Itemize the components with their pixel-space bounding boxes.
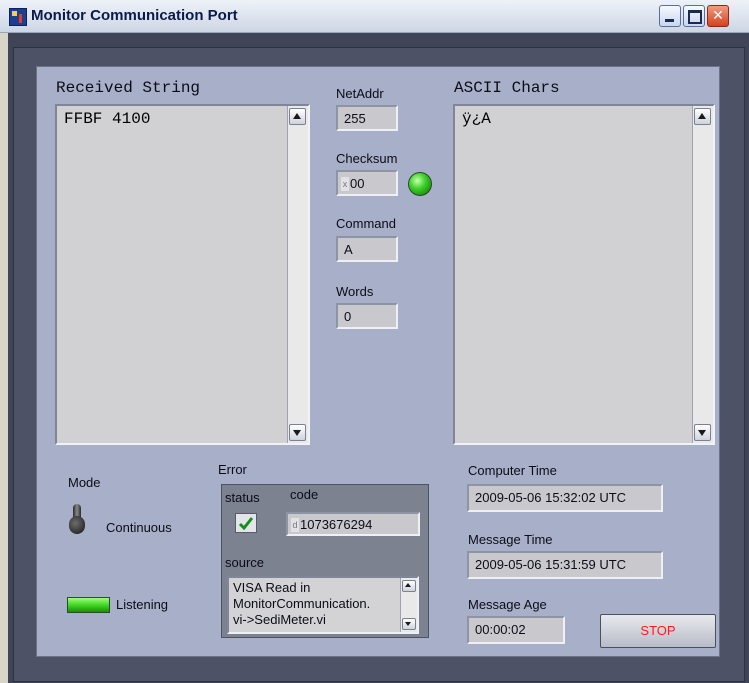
toggle-base — [69, 516, 85, 534]
chevron-down-icon — [698, 430, 706, 436]
window-title: Monitor Communication Port — [31, 7, 238, 24]
close-icon: ✕ — [712, 8, 724, 24]
netaddr-label: NetAddr — [336, 86, 384, 101]
checksum-ok-led — [408, 172, 432, 196]
scroll-down-button[interactable] — [694, 424, 711, 441]
netaddr-indicator: 255 — [336, 105, 398, 131]
mode-label: Mode — [68, 475, 101, 490]
error-source-value: VISA Read in MonitorCommunication. vi->S… — [233, 580, 371, 627]
scroll-up-button[interactable] — [289, 108, 306, 125]
command-label: Command — [336, 216, 396, 231]
chevron-up-icon — [698, 113, 706, 119]
ascii-chars-display[interactable]: ÿ¿A — [453, 104, 715, 445]
chevron-up-icon — [293, 113, 301, 119]
scroll-down-button[interactable] — [402, 618, 416, 630]
window-left-edge — [0, 33, 8, 683]
checksum-indicator: x 00 — [336, 170, 398, 196]
title-bar[interactable]: Monitor Communication Port ✕ — [0, 0, 749, 33]
scroll-up-button[interactable] — [402, 580, 416, 592]
stop-button[interactable]: STOP — [600, 614, 716, 648]
words-indicator: 0 — [336, 303, 398, 329]
words-label: Words — [336, 284, 374, 299]
message-time-label: Message Time — [468, 532, 553, 547]
checksum-value: 00 — [350, 176, 365, 191]
chevron-up-icon — [405, 583, 411, 587]
app-window: Monitor Communication Port ✕ Received St… — [0, 0, 749, 683]
error-code-value: 1073676294 — [300, 517, 373, 532]
message-age-indicator: 00:00:02 — [467, 616, 565, 644]
received-string-scrollbar[interactable] — [287, 106, 308, 443]
message-age-label: Message Age — [468, 597, 547, 612]
chevron-down-icon — [405, 622, 411, 626]
listening-led — [67, 597, 110, 613]
mode-toggle-switch[interactable] — [69, 504, 85, 534]
listening-label: Listening — [116, 597, 169, 612]
maximize-button[interactable] — [683, 5, 705, 27]
maximize-icon — [688, 10, 702, 24]
error-status-label: status — [225, 490, 260, 505]
checksum-radix: x — [341, 177, 349, 191]
computer-time-label: Computer Time — [468, 463, 557, 478]
error-source-scrollbar[interactable] — [400, 578, 417, 632]
error-label: Error — [218, 462, 247, 477]
ascii-chars-label: ASCII Chars — [454, 79, 560, 97]
checksum-label: Checksum — [336, 151, 398, 166]
error-code-indicator: d 1073676294 — [286, 512, 420, 536]
error-source-label: source — [225, 555, 265, 570]
received-string-value: FFBF 4100 — [64, 110, 151, 128]
chevron-down-icon — [293, 430, 301, 436]
scroll-up-button[interactable] — [694, 108, 711, 125]
mode-state-label: Continuous — [106, 520, 172, 535]
checkmark-icon — [238, 517, 254, 531]
app-icon — [9, 8, 27, 26]
error-code-label: code — [290, 487, 319, 502]
close-button[interactable]: ✕ — [707, 5, 729, 27]
error-source-display[interactable]: VISA Read in MonitorCommunication. vi->S… — [227, 576, 419, 634]
ascii-chars-value: ÿ¿A — [462, 110, 491, 128]
error-status-indicator — [235, 513, 257, 533]
minimize-button[interactable] — [659, 5, 681, 27]
received-string-display[interactable]: FFBF 4100 — [55, 104, 310, 445]
message-time-indicator: 2009-05-06 15:31:59 UTC — [467, 551, 663, 579]
scroll-down-button[interactable] — [289, 424, 306, 441]
received-string-label: Received String — [56, 79, 201, 97]
ascii-chars-scrollbar[interactable] — [692, 106, 713, 443]
computer-time-indicator: 2009-05-06 15:32:02 UTC — [467, 484, 663, 512]
minimize-icon — [665, 19, 674, 22]
error-code-radix: d — [291, 518, 299, 532]
command-indicator: A — [336, 236, 398, 262]
